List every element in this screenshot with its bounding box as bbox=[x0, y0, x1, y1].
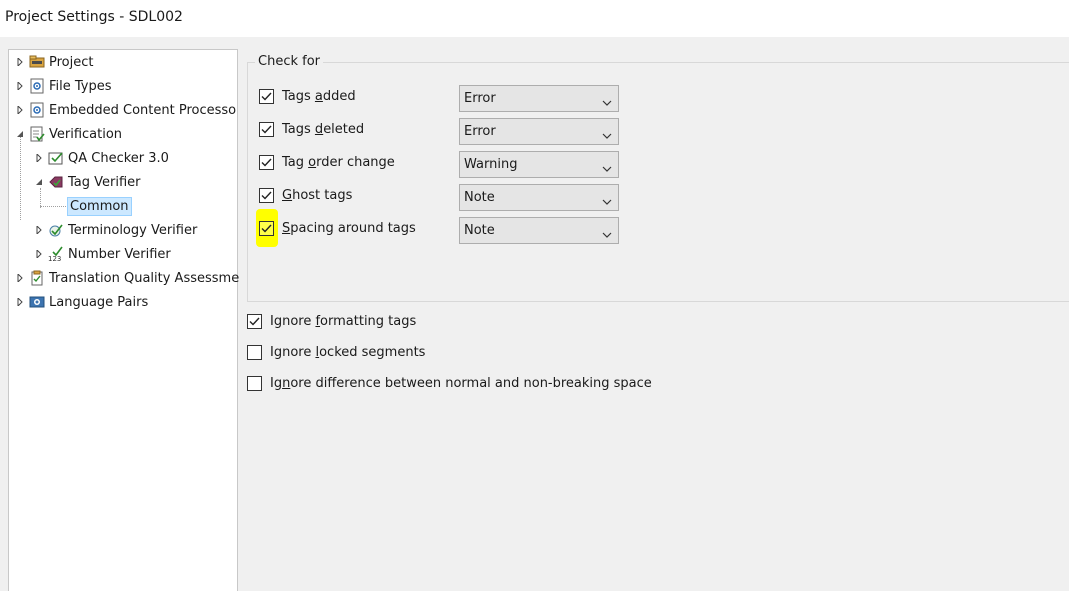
qa-checker-icon bbox=[48, 150, 64, 166]
tree-connector bbox=[40, 206, 66, 207]
spacing-around-tags-severity-value: Note bbox=[464, 223, 495, 238]
expand-arrow-icon[interactable] bbox=[35, 226, 43, 234]
chevron-down-icon bbox=[602, 128, 612, 143]
ignore-space-difference-label: Ignore difference between normal and non… bbox=[270, 376, 652, 391]
ghost-tags-severity-value: Note bbox=[464, 190, 495, 205]
expand-arrow-icon[interactable] bbox=[16, 58, 24, 66]
spacing-around-tags-checkbox[interactable] bbox=[259, 221, 274, 236]
expand-arrow-icon[interactable] bbox=[16, 298, 24, 306]
terminology-verifier-icon bbox=[48, 222, 64, 238]
tree-item-label: Translation Quality Assessme bbox=[49, 270, 240, 286]
ignore-locked-segments-label: Ignore locked segments bbox=[270, 345, 426, 360]
tree-item-label: Embedded Content Processo bbox=[49, 102, 237, 118]
tree-item-terminology-verifier[interactable]: Terminology Verifier bbox=[48, 219, 197, 241]
ignore-formatting-tags-checkbox[interactable] bbox=[247, 314, 262, 329]
ignore-space-difference-row[interactable]: Ignore difference between normal and non… bbox=[247, 376, 652, 391]
tree-item-label: File Types bbox=[49, 78, 112, 94]
embedded-content-icon bbox=[29, 102, 45, 118]
tree-item-label: Tag Verifier bbox=[68, 174, 141, 190]
language-pairs-icon bbox=[29, 294, 45, 310]
tree-item-label: Verification bbox=[49, 126, 123, 142]
ghost-tags-checkbox[interactable] bbox=[259, 188, 274, 203]
tag-order-change-severity-value: Warning bbox=[464, 157, 518, 172]
tags-added-severity-value: Error bbox=[464, 91, 496, 106]
tree-item-number-verifier[interactable]: 123 Number Verifier bbox=[48, 243, 171, 265]
tree-item-label: Project bbox=[49, 54, 94, 70]
project-icon bbox=[29, 54, 45, 70]
tag-order-change-severity-dropdown[interactable]: Warning bbox=[459, 151, 619, 178]
verification-icon bbox=[29, 126, 45, 142]
expand-arrow-icon[interactable] bbox=[35, 154, 43, 162]
chevron-down-icon bbox=[602, 227, 612, 242]
file-types-icon bbox=[29, 78, 45, 94]
tags-deleted-severity-dropdown[interactable]: Error bbox=[459, 118, 619, 145]
tag-verifier-icon bbox=[48, 174, 64, 190]
tags-deleted-checkbox[interactable] bbox=[259, 122, 274, 137]
tag-order-change-checkbox-row[interactable]: Tag order change bbox=[259, 155, 395, 170]
chevron-down-icon bbox=[602, 95, 612, 110]
ignore-formatting-tags-label: Ignore formatting tags bbox=[270, 314, 417, 329]
tags-added-checkbox-row[interactable]: Tags added bbox=[259, 89, 356, 104]
chevron-down-icon bbox=[602, 194, 612, 209]
number-verifier-icon: 123 bbox=[48, 246, 64, 262]
svg-text:123: 123 bbox=[48, 255, 61, 262]
tag-order-change-checkbox[interactable] bbox=[259, 155, 274, 170]
tree-item-embedded-content[interactable]: Embedded Content Processo bbox=[29, 99, 236, 121]
tags-deleted-checkbox-row[interactable]: Tags deleted bbox=[259, 122, 364, 137]
window-title: Project Settings - SDL002 bbox=[5, 9, 183, 25]
tree-item-label: Common bbox=[67, 196, 132, 216]
ignore-locked-segments-row[interactable]: Ignore locked segments bbox=[247, 345, 425, 360]
expand-arrow-icon[interactable] bbox=[16, 82, 24, 90]
ghost-tags-severity-dropdown[interactable]: Note bbox=[459, 184, 619, 211]
tqa-icon bbox=[29, 270, 45, 286]
tree-item-label: QA Checker 3.0 bbox=[68, 150, 169, 166]
tree-item-label: Terminology Verifier bbox=[68, 222, 198, 238]
chevron-down-icon bbox=[602, 161, 612, 176]
spacing-around-tags-severity-dropdown[interactable]: Note bbox=[459, 217, 619, 244]
tags-deleted-severity-value: Error bbox=[464, 124, 496, 139]
tags-deleted-label: Tags deleted bbox=[282, 122, 365, 137]
tree-item-label: Language Pairs bbox=[49, 294, 149, 310]
tags-added-checkbox[interactable] bbox=[259, 89, 274, 104]
ghost-tags-label: Ghost tags bbox=[282, 188, 353, 203]
spacing-around-tags-checkbox-row[interactable]: Spacing around tags bbox=[259, 221, 416, 236]
expand-arrow-icon[interactable] bbox=[35, 250, 43, 258]
tags-added-label: Tags added bbox=[282, 89, 356, 104]
title-bar: Project Settings - SDL002 bbox=[0, 0, 1069, 37]
tree-item-label: Number Verifier bbox=[68, 246, 171, 262]
tree-item-common[interactable]: Common bbox=[67, 195, 132, 217]
tags-added-severity-dropdown[interactable]: Error bbox=[459, 85, 619, 112]
tree-item-tag-verifier[interactable]: Tag Verifier bbox=[48, 171, 141, 193]
spacing-around-tags-label: Spacing around tags bbox=[282, 221, 416, 236]
ghost-tags-checkbox-row[interactable]: Ghost tags bbox=[259, 188, 352, 203]
tree-item-language-pairs[interactable]: Language Pairs bbox=[29, 291, 148, 313]
tag-order-change-label: Tag order change bbox=[282, 155, 395, 170]
expand-arrow-icon[interactable] bbox=[16, 274, 24, 282]
check-for-group bbox=[247, 62, 1069, 302]
tree-connector bbox=[20, 136, 21, 220]
ignore-formatting-tags-row[interactable]: Ignore formatting tags bbox=[247, 314, 416, 329]
check-for-legend: Check for bbox=[255, 54, 323, 69]
ignore-locked-segments-checkbox[interactable] bbox=[247, 345, 262, 360]
tree-item-file-types[interactable]: File Types bbox=[29, 75, 112, 97]
collapse-arrow-icon[interactable] bbox=[16, 130, 24, 138]
settings-tree[interactable]: Project File Types Embedded Content Proc… bbox=[8, 49, 239, 591]
tree-item-qa-checker[interactable]: QA Checker 3.0 bbox=[48, 147, 169, 169]
tree-item-translation-quality[interactable]: Translation Quality Assessme bbox=[29, 267, 239, 289]
tree-connector bbox=[40, 188, 41, 208]
expand-arrow-icon[interactable] bbox=[16, 106, 24, 114]
collapse-arrow-icon[interactable] bbox=[35, 178, 43, 186]
ignore-space-difference-checkbox[interactable] bbox=[247, 376, 262, 391]
tree-item-project[interactable]: Project bbox=[29, 51, 93, 73]
tree-item-verification[interactable]: Verification bbox=[29, 123, 122, 145]
